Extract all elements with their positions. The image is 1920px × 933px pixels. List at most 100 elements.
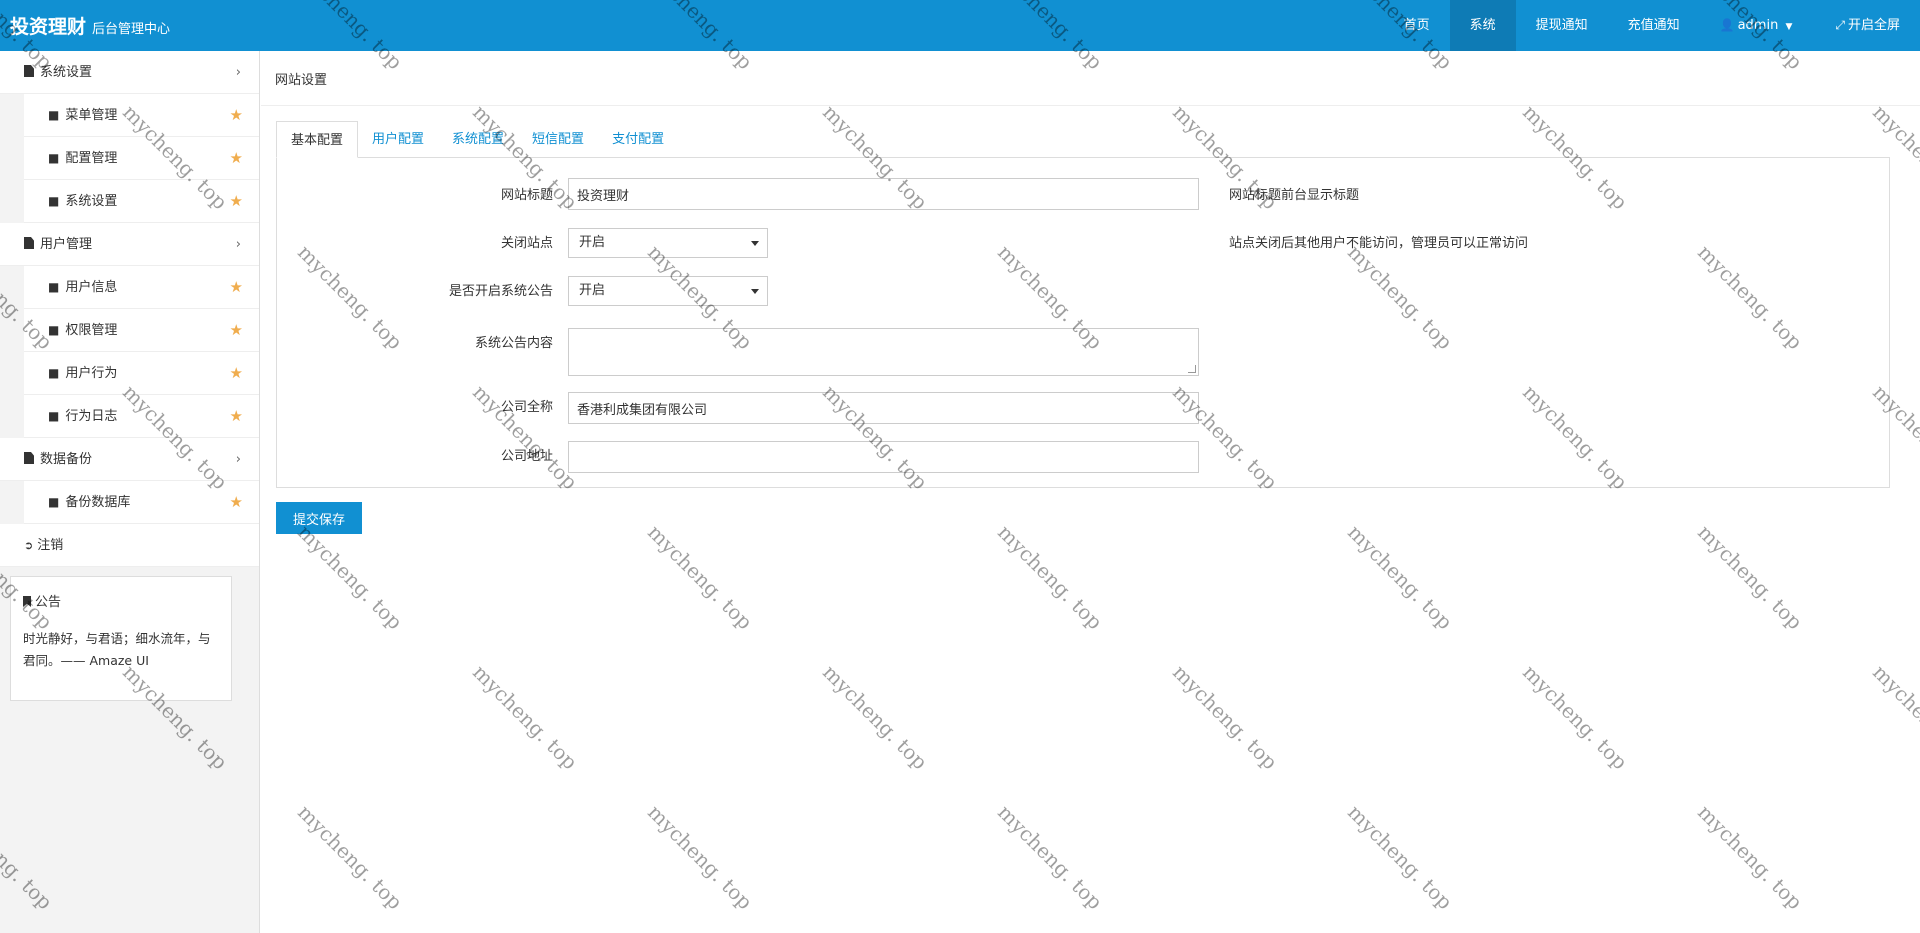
sidebar-item-backup-db[interactable]: ■ 备份数据库 ★ xyxy=(24,481,259,524)
puzzle-icon: ■ xyxy=(48,409,60,423)
tab-system-config[interactable]: 系统配置 xyxy=(438,121,518,158)
puzzle-icon: ■ xyxy=(48,323,60,337)
tab-panel-basic: 网站标题 网站标题前台显示标题 关闭站点 开启 站点关闭后其他用户不能访问，管理… xyxy=(276,157,1890,488)
nav-withdraw-label: 提现通知 xyxy=(1535,18,1588,33)
sidebar-item-label: 备份数据库 xyxy=(65,495,131,510)
company-name-label: 公司全称 xyxy=(500,400,553,415)
file-icon xyxy=(24,237,34,249)
star-icon: ★ xyxy=(229,364,243,382)
submit-save-button[interactable]: 提交保存 xyxy=(276,502,362,534)
sidebar-item-label: 行为日志 xyxy=(65,409,118,424)
bookmark-icon xyxy=(23,596,31,607)
puzzle-icon: ■ xyxy=(48,280,60,294)
notice-content-textarea[interactable] xyxy=(568,328,1199,376)
star-icon: ★ xyxy=(229,493,243,511)
site-title-label: 网站标题 xyxy=(500,188,553,203)
brand[interactable]: 投资理财 后台管理中心 xyxy=(10,12,170,39)
sidebar-item-label: 用户信息 xyxy=(65,280,118,295)
main-content: 网站设置 基本配置 用户配置 系统配置 短信配置 支付配置 网站标题 网站标题前… xyxy=(261,51,1920,933)
close-site-help: 站点关闭后其他用户不能访问，管理员可以正常访问 xyxy=(1229,236,1529,251)
sidebar-item-label: 权限管理 xyxy=(65,323,118,338)
tab-user-config[interactable]: 用户配置 xyxy=(358,121,438,158)
sidebar-group-label: 用户管理 xyxy=(40,237,93,252)
logout-label: 注销 xyxy=(37,538,64,553)
notice-body: 时光静好，与君语；细水流年，与君同。—— Amaze UI xyxy=(23,631,211,668)
caret-down-icon xyxy=(751,241,759,246)
star-icon: ★ xyxy=(229,149,243,167)
tab-payment-config[interactable]: 支付配置 xyxy=(598,121,678,158)
sidebar-logout[interactable]: ➲ 注销 xyxy=(0,524,259,567)
notice-panel: 公告 时光静好，与君语；细水流年，与君同。—— Amaze UI xyxy=(10,576,232,701)
sidebar-item-system-settings[interactable]: ■ 系统设置 ★ xyxy=(24,180,259,223)
company-address-input[interactable] xyxy=(568,441,1199,473)
sidebar: 系统设置 › ■ 菜单管理 ★ ■ 配置管理 ★ ■ 系统设置 ★ 用户管理 › ■ 用… xyxy=(0,51,260,933)
resize-grip-icon[interactable] xyxy=(1188,365,1196,373)
sidebar-item-label: 配置管理 xyxy=(65,151,118,166)
file-icon xyxy=(24,65,34,77)
user-icon: 👤 xyxy=(1719,18,1735,32)
brand-subtitle: 后台管理中心 xyxy=(92,22,171,37)
sidebar-group-label: 数据备份 xyxy=(40,452,93,467)
sidebar-group-data-backup[interactable]: 数据备份 › xyxy=(0,438,259,481)
site-title-help: 网站标题前台显示标题 xyxy=(1229,188,1360,203)
star-icon: ★ xyxy=(229,407,243,425)
chevron-right-icon: › xyxy=(235,237,241,252)
sidebar-group-user-manage[interactable]: 用户管理 › xyxy=(0,223,259,266)
chevron-right-icon: › xyxy=(235,452,241,467)
close-site-select[interactable]: 开启 xyxy=(568,228,768,258)
sidebar-item-label: 菜单管理 xyxy=(65,108,118,123)
site-title-input[interactable] xyxy=(568,178,1199,210)
enable-notice-select[interactable]: 开启 xyxy=(568,276,768,306)
nav-system[interactable]: 系统 xyxy=(1449,0,1516,51)
sidebar-group-system-settings[interactable]: 系统设置 › xyxy=(0,51,259,94)
nav-recharge-notice[interactable]: 充值通知 xyxy=(1608,0,1700,51)
sidebar-item-user-behavior[interactable]: ■ 用户行为 ★ xyxy=(24,352,259,395)
nav-user-label: admin xyxy=(1737,18,1779,33)
puzzle-icon: ■ xyxy=(48,151,60,165)
nav-fullscreen[interactable]: ⤢ 开启全屏 xyxy=(1815,0,1920,51)
caret-down-icon xyxy=(751,289,759,294)
nav-home[interactable]: 首页 xyxy=(1384,0,1450,51)
star-icon: ★ xyxy=(229,106,243,124)
config-tabs: 基本配置 用户配置 系统配置 短信配置 支付配置 xyxy=(276,121,678,158)
company-address-label: 公司地址 xyxy=(500,449,553,464)
sidebar-item-behavior-log[interactable]: ■ 行为日志 ★ xyxy=(24,395,259,438)
sidebar-item-config-manage[interactable]: ■ 配置管理 ★ xyxy=(24,137,259,180)
top-nav: 首页 系统 提现通知 充值通知 👤 admin ▼ ⤢ 开启全屏 xyxy=(1384,0,1920,51)
enable-notice-label: 是否开启系统公告 xyxy=(448,284,553,299)
caret-down-icon: ▼ xyxy=(1785,22,1793,32)
close-site-value: 开启 xyxy=(579,235,606,250)
sidebar-item-user-info[interactable]: ■ 用户信息 ★ xyxy=(24,266,259,309)
nav-system-label: 系统 xyxy=(1469,18,1496,33)
file-icon xyxy=(24,452,34,464)
top-header: 投资理财 后台管理中心 首页 系统 提现通知 充值通知 👤 admin ▼ ⤢ 开启全… xyxy=(0,0,1920,51)
notice-title-text: 公告 xyxy=(35,595,62,610)
brand-title: 投资理财 xyxy=(10,16,87,38)
company-name-input[interactable] xyxy=(568,392,1199,424)
tab-basic-config[interactable]: 基本配置 xyxy=(276,121,359,158)
fullscreen-icon: ⤢ xyxy=(1835,18,1845,32)
puzzle-icon: ■ xyxy=(48,194,60,208)
tab-sms-config[interactable]: 短信配置 xyxy=(518,121,598,158)
chevron-right-icon: › xyxy=(235,65,241,80)
nav-home-label: 首页 xyxy=(1403,18,1430,33)
notice-content-label: 系统公告内容 xyxy=(474,336,553,351)
nav-withdraw-notice[interactable]: 提现通知 xyxy=(1516,0,1608,51)
close-site-label: 关闭站点 xyxy=(500,236,553,251)
divider xyxy=(261,105,1920,106)
nav-recharge-label: 充值通知 xyxy=(1627,18,1680,33)
star-icon: ★ xyxy=(229,192,243,210)
sidebar-item-label: 用户行为 xyxy=(65,366,118,381)
puzzle-icon: ■ xyxy=(48,108,60,122)
notice-title: 公告 xyxy=(23,591,219,610)
puzzle-icon: ■ xyxy=(48,366,60,380)
sidebar-group-label: 系统设置 xyxy=(40,65,93,80)
sidebar-item-menu-manage[interactable]: ■ 菜单管理 ★ xyxy=(24,94,259,137)
sidebar-item-permission[interactable]: ■ 权限管理 ★ xyxy=(24,309,259,352)
nav-fullscreen-label: 开启全屏 xyxy=(1847,18,1900,33)
enable-notice-value: 开启 xyxy=(579,283,606,298)
puzzle-icon: ■ xyxy=(48,495,60,509)
nav-user-menu[interactable]: 👤 admin ▼ xyxy=(1700,0,1816,51)
page-title: 网站设置 xyxy=(275,73,328,88)
star-icon: ★ xyxy=(229,278,243,296)
